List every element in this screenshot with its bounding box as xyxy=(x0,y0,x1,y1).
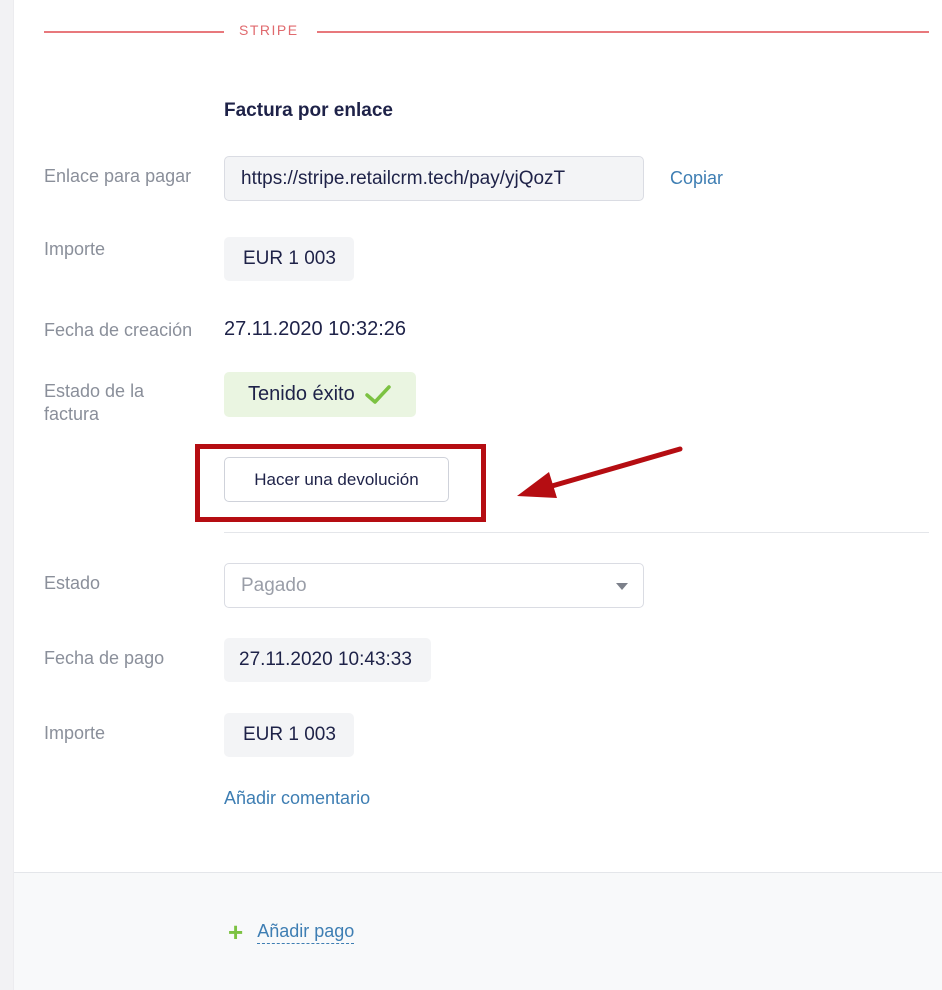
paid-date-value: 27.11.2020 10:43:33 xyxy=(224,638,431,682)
section-separator xyxy=(224,532,929,533)
pay-link-value: https://stripe.retailcrm.tech/pay/yjQozT xyxy=(241,167,566,189)
payment-amount-label: Importe xyxy=(44,723,106,743)
invoice-subtitle: Factura por enlace xyxy=(224,100,393,121)
invoice-amount-label: Importe xyxy=(44,239,106,259)
payment-amount-value: EUR 1 003 xyxy=(224,713,354,757)
invoice-amount-value: EUR 1 003 xyxy=(224,237,354,281)
plus-icon: + xyxy=(228,917,244,947)
section-divider-left xyxy=(44,31,224,33)
add-payment-button[interactable]: + Añadir pago xyxy=(228,917,355,947)
invoice-status-label-line2: factura xyxy=(44,404,100,424)
pay-link-label: Enlace para pagar xyxy=(44,166,192,186)
pay-link-field[interactable]: https://stripe.retailcrm.tech/pay/yjQozT xyxy=(224,156,644,201)
paid-date-text: 27.11.2020 10:43:33 xyxy=(239,649,412,670)
paid-date-label: Fecha de pago xyxy=(44,648,165,668)
invoice-status-label: Estado de la factura xyxy=(44,380,144,426)
section-title: STRIPE xyxy=(239,22,299,38)
payment-amount-text: EUR 1 003 xyxy=(243,724,336,745)
refund-highlight-box xyxy=(195,444,486,522)
invoice-amount-text: EUR 1 003 xyxy=(243,248,336,269)
invoice-status-text: Tenido éxito xyxy=(248,383,355,405)
add-payment-label: Añadir pago xyxy=(257,921,355,944)
footer-panel xyxy=(14,872,942,990)
created-date-value: 27.11.2020 10:32:26 xyxy=(224,318,407,340)
arrow-annotation xyxy=(517,446,683,498)
add-comment-link[interactable]: Añadir comentario xyxy=(224,788,370,809)
check-icon xyxy=(365,384,391,404)
caret-down-icon xyxy=(616,583,628,590)
section-divider-right xyxy=(317,31,929,33)
created-date-label: Fecha de creación xyxy=(44,320,193,340)
copy-link-button[interactable]: Copiar xyxy=(670,168,723,189)
payment-state-label: Estado xyxy=(44,573,101,593)
payment-state-value: Pagado xyxy=(241,574,307,596)
invoice-status-badge: Tenido éxito xyxy=(224,372,416,417)
left-panel-edge xyxy=(0,0,14,990)
payment-state-select[interactable]: Pagado xyxy=(224,563,644,608)
invoice-status-label-line1: Estado de la xyxy=(44,381,145,401)
